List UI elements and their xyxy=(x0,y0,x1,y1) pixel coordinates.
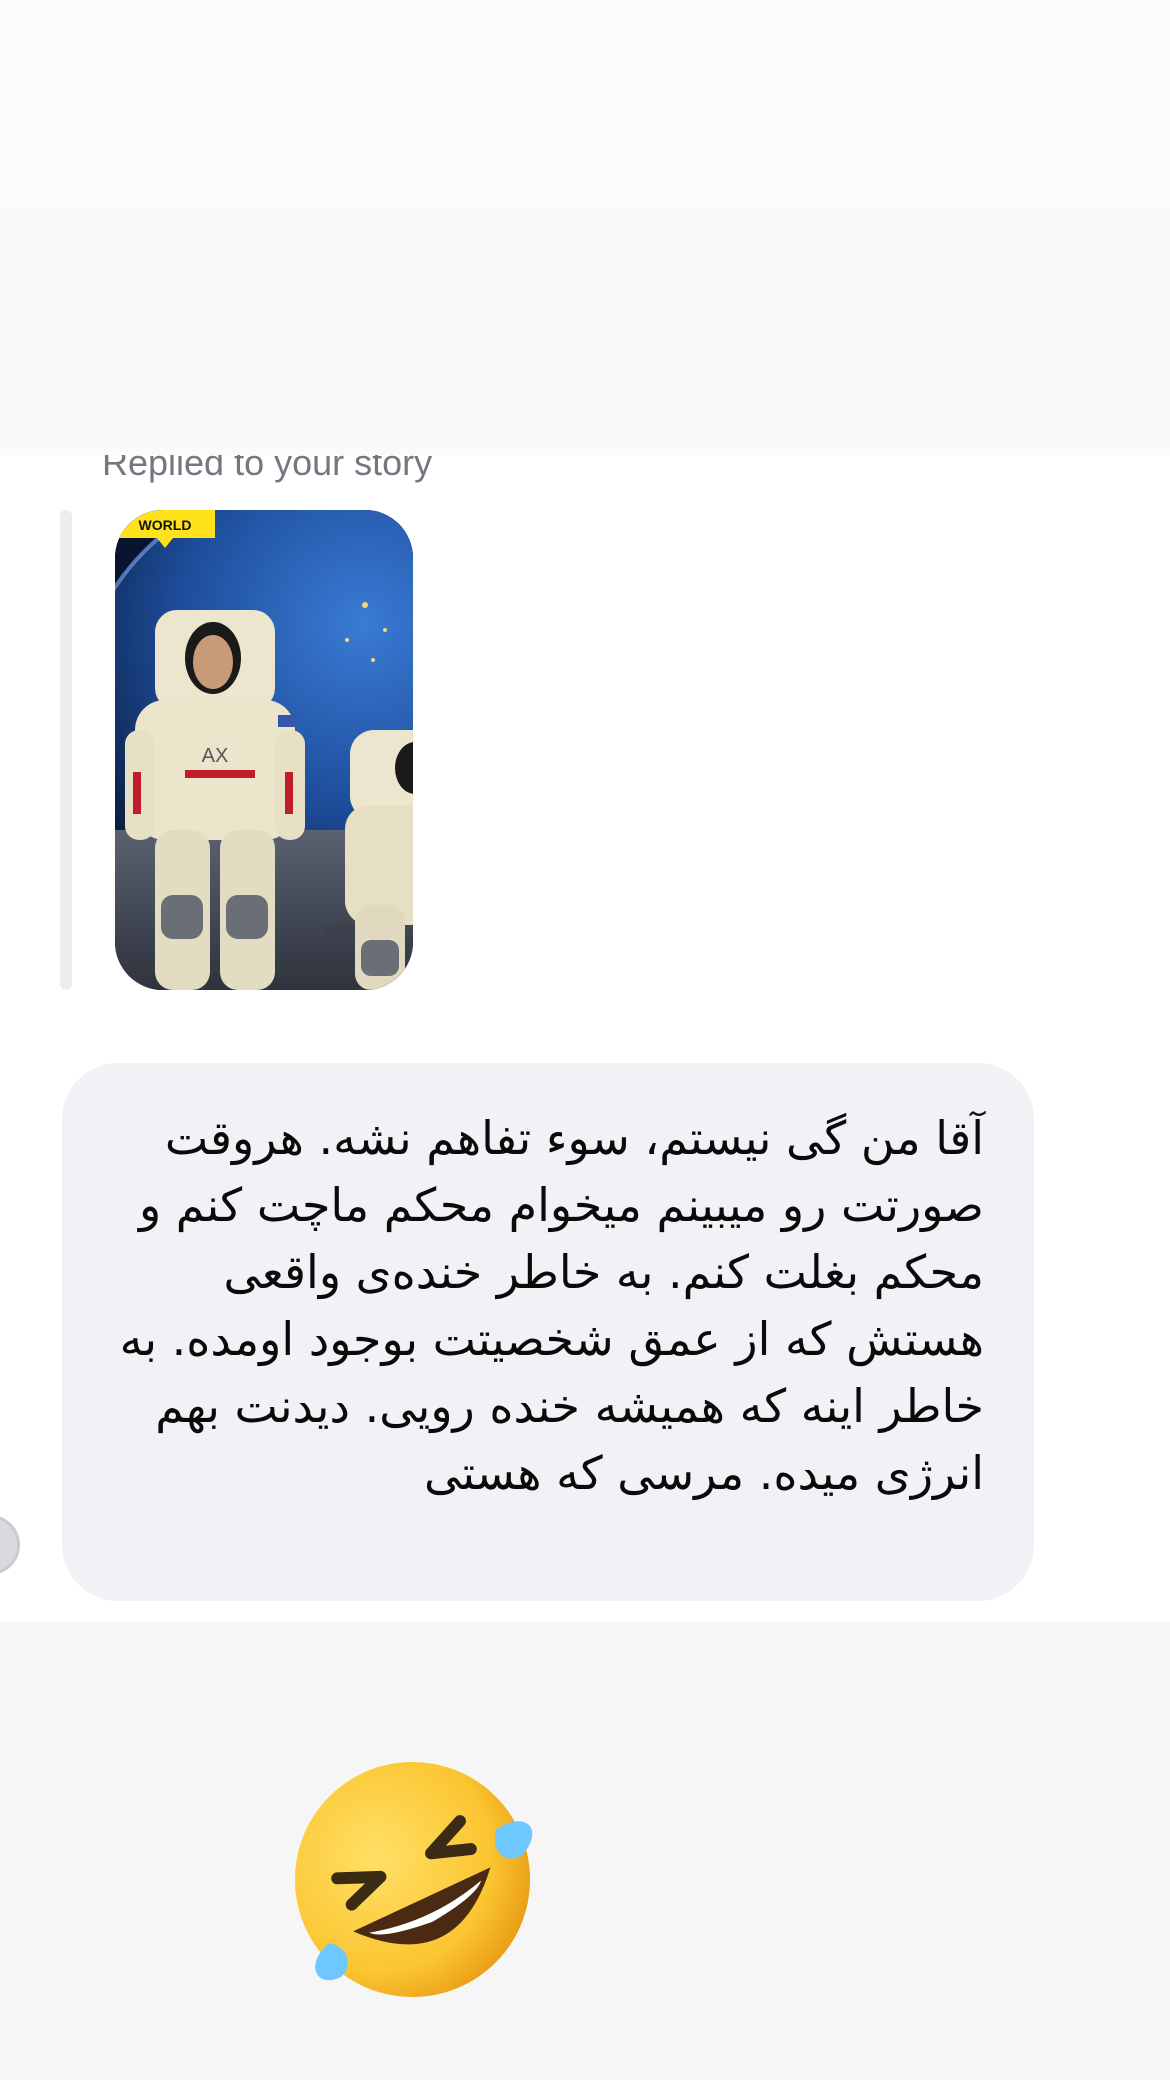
spacer xyxy=(0,205,1170,455)
reply-quote-bar xyxy=(60,510,72,990)
reaction-area xyxy=(0,1622,1170,2080)
avatar[interactable] xyxy=(0,1515,20,1575)
message-bubble[interactable]: آقا من گی نیستم، سوء تفاهم نشه. هروقت صو… xyxy=(62,1063,1034,1601)
rolling-on-the-floor-laughing-icon[interactable] xyxy=(285,1752,540,2007)
message-thread[interactable]: Replied to your story WORLD AX آقا من گی… xyxy=(0,455,1170,1622)
story-caption-text: AX xyxy=(202,745,229,767)
story-badge-text: WORLD xyxy=(139,517,192,533)
header-area xyxy=(0,0,1170,205)
message-text: آقا من گی نیستم، سوء تفاهم نشه. هروقت صو… xyxy=(119,1111,984,1500)
replied-to-story-label: Replied to your story xyxy=(102,455,433,483)
astronaut-story-image: WORLD AX xyxy=(115,510,413,990)
story-thumbnail[interactable]: WORLD AX xyxy=(115,510,413,990)
